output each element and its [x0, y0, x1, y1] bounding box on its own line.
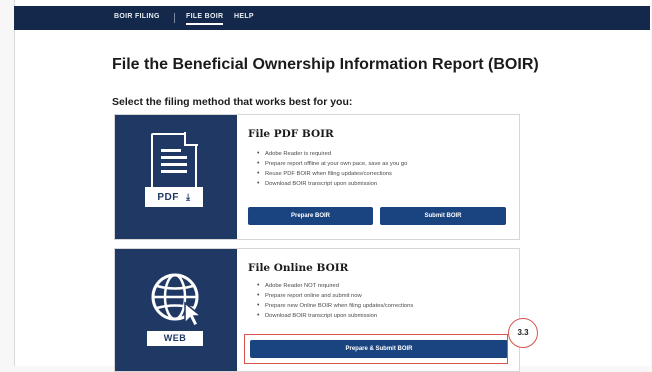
list-item: Download BOIR transcript upon submission: [257, 311, 413, 321]
document-icon: [151, 132, 198, 191]
step-badge: 3.3: [508, 318, 538, 348]
page-subtitle: Select the filing method that works best…: [112, 96, 353, 108]
submit-boir-button[interactable]: Submit BOIR: [380, 207, 506, 225]
list-item: Prepare report offline at your own pace,…: [257, 159, 407, 169]
top-navigation: BOIR FILING FILE BOIR HELP: [14, 6, 650, 30]
web-card-icon-panel: WEB: [115, 249, 237, 371]
nav-boir-filing[interactable]: BOIR FILING: [114, 13, 160, 20]
pdf-card-icon-panel: PDF ⤓: [115, 115, 237, 239]
pdf-download-icon: PDF ⤓: [145, 187, 203, 207]
pdf-card-features: Adobe Reader is required Prepare report …: [257, 149, 407, 189]
list-item: Prepare new Online BOIR when filing upda…: [257, 301, 413, 311]
nav-help[interactable]: HELP: [234, 13, 254, 20]
list-item: Adobe Reader is required: [257, 149, 407, 159]
nav-divider: [174, 13, 175, 23]
list-item: Prepare report online and submit now: [257, 291, 413, 301]
highlight-annotation: [244, 334, 508, 364]
web-icon-label: WEB: [147, 331, 203, 346]
prepare-boir-button[interactable]: Prepare BOIR: [248, 207, 373, 225]
pdf-boir-card: PDF ⤓ File PDF BOIR Adobe Reader is requ…: [114, 114, 520, 240]
pdf-icon-label: PDF: [157, 192, 179, 203]
online-card-title: File Online BOIR: [248, 262, 349, 274]
online-card-features: Adobe Reader NOT required Prepare report…: [257, 281, 413, 321]
list-item: Adobe Reader NOT required: [257, 281, 413, 291]
list-item: Download BOIR transcript upon submission: [257, 179, 407, 189]
globe-icon: [151, 273, 204, 327]
pdf-card-title: File PDF BOIR: [248, 128, 334, 140]
page-title: File the Beneficial Ownership Informatio…: [112, 56, 539, 73]
nav-file-boir[interactable]: FILE BOIR: [186, 13, 224, 25]
list-item: Reuse PDF BOIR when filing updates/corre…: [257, 169, 407, 179]
